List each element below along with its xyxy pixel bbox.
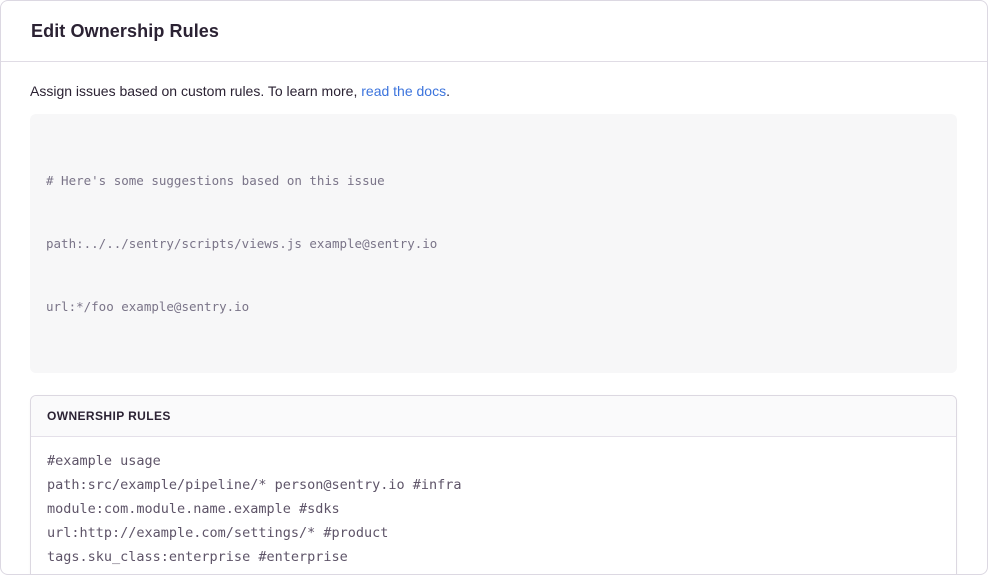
intro-text: Assign issues based on custom rules. To …: [30, 81, 957, 101]
suggestion-line: # Here's some suggestions based on this …: [46, 170, 941, 191]
modal-body: Assign issues based on custom rules. To …: [1, 62, 987, 575]
intro-text-before-link: Assign issues based on custom rules. To …: [30, 83, 361, 99]
edit-ownership-rules-modal: Edit Ownership Rules Assign issues based…: [0, 0, 988, 575]
page-title: Edit Ownership Rules: [31, 21, 219, 42]
suggestions-code-block: # Here's some suggestions based on this …: [30, 114, 957, 373]
suggestion-line: path:../../sentry/scripts/views.js examp…: [46, 233, 941, 254]
suggestion-line: url:*/foo example@sentry.io: [46, 296, 941, 317]
intro-text-after-link: .: [446, 83, 450, 99]
ownership-rules-panel-title: OWNERSHIP RULES: [47, 409, 940, 423]
modal-header: Edit Ownership Rules: [1, 1, 987, 62]
ownership-rules-panel: OWNERSHIP RULES: [30, 395, 957, 575]
read-the-docs-link[interactable]: read the docs: [361, 83, 446, 99]
ownership-rules-textarea[interactable]: [31, 437, 956, 575]
ownership-rules-panel-header: OWNERSHIP RULES: [31, 396, 956, 437]
